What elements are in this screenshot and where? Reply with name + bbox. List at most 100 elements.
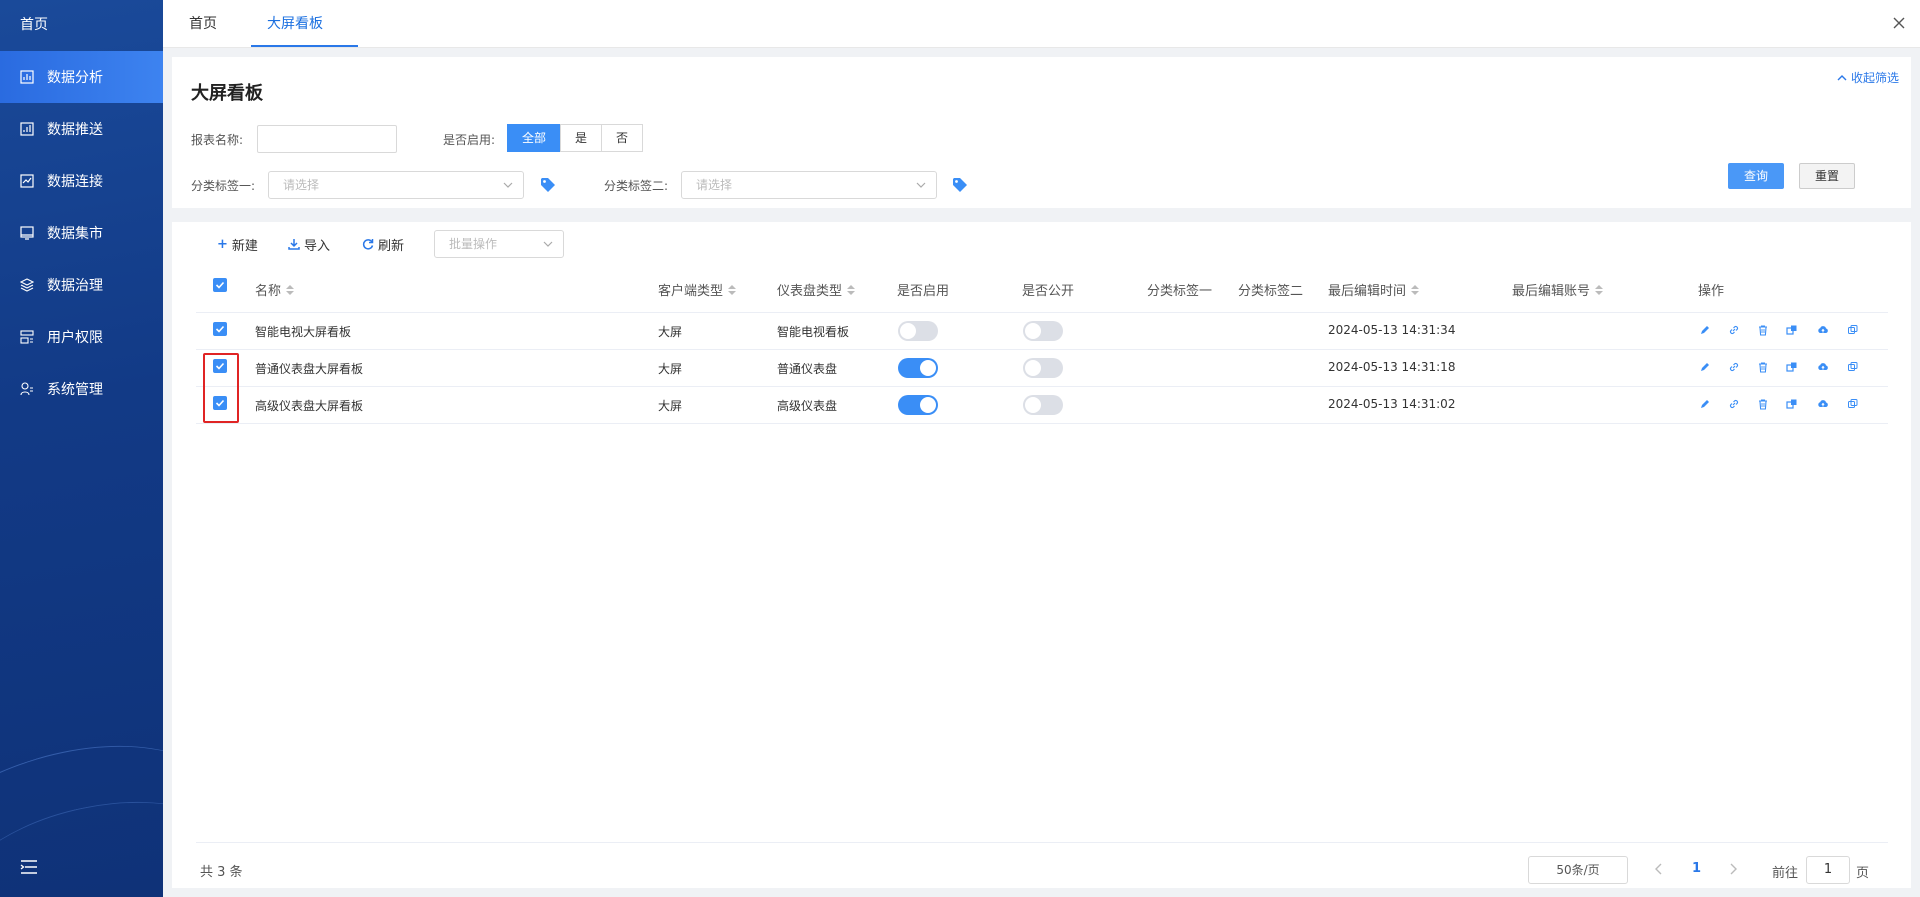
copy-icon[interactable] bbox=[1786, 398, 1798, 410]
header-label: 最后编辑时间 bbox=[1328, 284, 1407, 299]
sidebar-item-data-push[interactable]: 数据推送 bbox=[0, 103, 163, 155]
query-button[interactable]: 查询 bbox=[1728, 163, 1784, 189]
edit-icon[interactable] bbox=[1699, 361, 1711, 373]
column-header-public: 是否公开 bbox=[1022, 284, 1075, 299]
refresh-button[interactable]: 刷新 bbox=[362, 234, 404, 254]
enabled-filter-label: 是否启用: bbox=[443, 133, 496, 147]
tab-home[interactable]: 首页 bbox=[189, 0, 217, 48]
tab-big-screen-dashboard[interactable]: 大屏看板 bbox=[267, 0, 323, 48]
column-header-edit-account[interactable]: 最后编辑账号 bbox=[1512, 280, 1604, 299]
sort-icon[interactable] bbox=[1411, 284, 1420, 295]
cell-client-type: 大屏 bbox=[658, 399, 683, 413]
link-icon[interactable] bbox=[1728, 324, 1740, 336]
duplicate-icon[interactable] bbox=[1847, 361, 1859, 373]
sort-icon[interactable] bbox=[847, 284, 856, 295]
select-all-checkbox[interactable] bbox=[213, 278, 227, 292]
column-header-ops: 操作 bbox=[1698, 284, 1725, 299]
tag1-select[interactable]: 请选择 bbox=[268, 171, 524, 199]
batch-operation-select[interactable]: 批量操作 bbox=[434, 230, 564, 258]
goto-page-input[interactable]: 1 bbox=[1806, 856, 1850, 884]
refresh-label: 刷新 bbox=[378, 238, 405, 254]
users-icon bbox=[20, 330, 34, 344]
cell-name[interactable]: 高级仪表盘大屏看板 bbox=[255, 397, 363, 414]
system-icon bbox=[20, 382, 34, 396]
download-icon bbox=[288, 239, 300, 250]
cell-name[interactable]: 普通仪表盘大屏看板 bbox=[255, 360, 363, 377]
public-toggle[interactable] bbox=[1023, 321, 1063, 341]
batch-operation-label: 批量操作 bbox=[449, 237, 498, 251]
column-header-edit-time[interactable]: 最后编辑时间 bbox=[1328, 280, 1420, 299]
enabled-filter-segment: 全部 是 否 bbox=[507, 124, 644, 152]
delete-icon[interactable] bbox=[1757, 361, 1769, 373]
link-icon[interactable] bbox=[1728, 398, 1740, 410]
import-button[interactable]: 导入 bbox=[288, 234, 330, 254]
enabled-option-yes[interactable]: 是 bbox=[560, 124, 603, 152]
next-page-icon[interactable] bbox=[1728, 862, 1738, 876]
header-label: 仪表盘类型 bbox=[777, 284, 843, 299]
sidebar-item-data-market[interactable]: 数据集市 bbox=[0, 207, 163, 259]
page-suffix: 页 bbox=[1856, 866, 1870, 881]
sidebar-item-data-connect[interactable]: 数据连接 bbox=[0, 155, 163, 207]
row-divider bbox=[196, 386, 1888, 387]
edit-icon[interactable] bbox=[1699, 398, 1711, 410]
page-size-select[interactable]: 50条/页 bbox=[1528, 856, 1628, 884]
cell-edit-time: 2024-05-13 14:31:34 bbox=[1328, 323, 1456, 337]
enabled-option-no[interactable]: 否 bbox=[601, 124, 644, 152]
sidebar: 首页 数据分析 数据推送 数据连接 数据集市 数据治理 用户权限 系统管理 bbox=[0, 0, 163, 897]
cell-dashboard-type: 高级仪表盘 bbox=[777, 399, 838, 413]
row-checkbox[interactable] bbox=[213, 322, 227, 336]
menu-collapse-icon[interactable] bbox=[20, 859, 38, 875]
enabled-toggle[interactable] bbox=[898, 358, 938, 378]
enabled-toggle[interactable] bbox=[898, 395, 938, 415]
edit-icon[interactable] bbox=[1699, 324, 1711, 336]
enabled-toggle[interactable] bbox=[898, 321, 938, 341]
table-panel: + 新建 导入 刷新 批量操作 名称 客户端类型 仪表盘类型 是否启用 是否公开… bbox=[172, 222, 1911, 888]
new-button[interactable]: + 新建 bbox=[217, 234, 258, 254]
copy-icon[interactable] bbox=[1786, 324, 1798, 336]
sidebar-item-label: 系统管理 bbox=[47, 382, 103, 398]
tag-icon[interactable] bbox=[952, 177, 968, 193]
cloud-upload-icon[interactable] bbox=[1817, 398, 1829, 410]
enabled-option-all[interactable]: 全部 bbox=[507, 124, 562, 152]
prev-page-icon[interactable] bbox=[1654, 862, 1664, 876]
header-divider bbox=[196, 312, 1888, 313]
sidebar-item-label: 用户权限 bbox=[47, 330, 103, 346]
cell-dashboard-type: 普通仪表盘 bbox=[777, 362, 838, 376]
duplicate-icon[interactable] bbox=[1847, 324, 1859, 336]
sidebar-item-user-permissions[interactable]: 用户权限 bbox=[0, 311, 163, 363]
sidebar-item-data-governance[interactable]: 数据治理 bbox=[0, 259, 163, 311]
duplicate-icon[interactable] bbox=[1847, 398, 1859, 410]
delete-icon[interactable] bbox=[1757, 398, 1769, 410]
reset-button[interactable]: 重置 bbox=[1799, 163, 1855, 189]
tag-icon[interactable] bbox=[540, 177, 556, 193]
active-tab-indicator bbox=[251, 45, 358, 47]
sort-icon[interactable] bbox=[1595, 284, 1604, 295]
column-header-client-type[interactable]: 客户端类型 bbox=[658, 280, 737, 299]
cell-name[interactable]: 智能电视大屏看板 bbox=[255, 323, 351, 340]
column-header-tag2: 分类标签二 bbox=[1238, 284, 1304, 299]
column-header-name[interactable]: 名称 bbox=[255, 280, 295, 299]
goto-label: 前往 bbox=[1772, 866, 1799, 881]
tag1-label: 分类标签一: bbox=[191, 179, 256, 193]
collapse-filter-button[interactable]: 收起筛选 bbox=[1837, 69, 1899, 86]
close-icon[interactable] bbox=[1892, 16, 1906, 30]
report-name-input[interactable] bbox=[257, 125, 397, 153]
collapse-filter-label: 收起筛选 bbox=[1850, 71, 1899, 85]
delete-icon[interactable] bbox=[1757, 324, 1769, 336]
current-page[interactable]: 1 bbox=[1692, 861, 1701, 876]
public-toggle[interactable] bbox=[1023, 395, 1063, 415]
cloud-upload-icon[interactable] bbox=[1817, 361, 1829, 373]
copy-icon[interactable] bbox=[1786, 361, 1798, 373]
sort-icon[interactable] bbox=[728, 284, 737, 295]
footer-divider bbox=[196, 842, 1888, 843]
sidebar-item-data-analysis[interactable]: 数据分析 bbox=[0, 51, 163, 103]
cloud-upload-icon[interactable] bbox=[1817, 324, 1829, 336]
sort-icon[interactable] bbox=[286, 284, 295, 295]
public-toggle[interactable] bbox=[1023, 358, 1063, 378]
column-header-dashboard-type[interactable]: 仪表盘类型 bbox=[777, 280, 856, 299]
sidebar-home[interactable]: 首页 bbox=[0, 0, 163, 51]
link-icon[interactable] bbox=[1728, 361, 1740, 373]
sidebar-item-system-management[interactable]: 系统管理 bbox=[0, 363, 163, 415]
chevron-down-icon bbox=[916, 182, 926, 188]
tag2-select[interactable]: 请选择 bbox=[681, 171, 937, 199]
